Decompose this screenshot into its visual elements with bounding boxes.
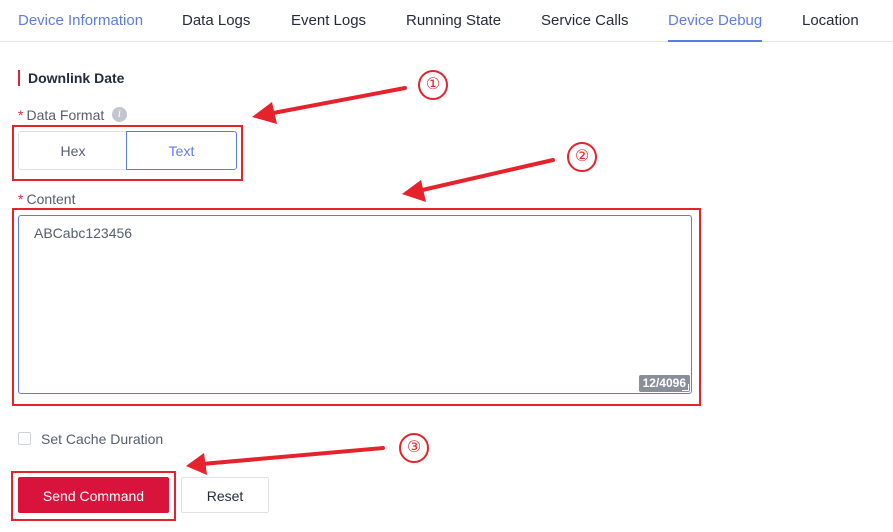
annotation-number-1: ① [418,70,448,100]
annotation-number-3: ③ [399,433,429,463]
annotation-number-2: ② [567,142,597,172]
